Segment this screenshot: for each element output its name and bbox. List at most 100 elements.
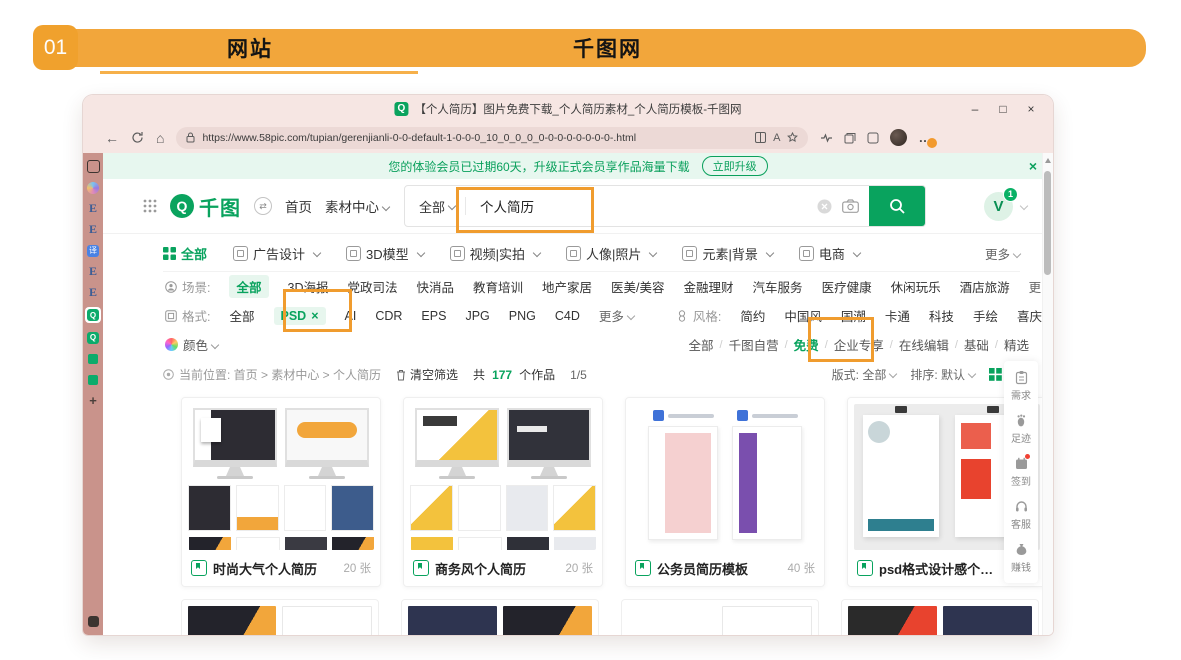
read-aloud-icon[interactable]: A [773, 132, 780, 144]
scene-item[interactable]: 金融理财 [684, 277, 734, 296]
category-video[interactable]: 视频|实拍 [450, 244, 540, 263]
card-thumbnail[interactable] [410, 404, 596, 550]
scene-item[interactable]: 地产家居 [542, 277, 592, 296]
profile-avatar[interactable] [890, 129, 907, 146]
tab-58pic-icon[interactable] [88, 354, 98, 364]
copilot-tab-icon[interactable] [87, 182, 99, 194]
tool-requests[interactable]: 需求 [1011, 370, 1031, 402]
card-thumbnail[interactable] [188, 404, 374, 550]
style-item[interactable]: 科技 [929, 306, 954, 325]
format-item[interactable]: JPG [465, 309, 489, 323]
notice-close-icon[interactable]: × [1029, 158, 1037, 174]
category-portrait[interactable]: 人像|照片 [566, 244, 656, 263]
tool-earn[interactable]: 赚钱 [1011, 542, 1031, 574]
grid-view-icon[interactable] [989, 368, 1002, 381]
scene-item[interactable]: 休闲玩乐 [891, 277, 941, 296]
quick-link-all[interactable]: 全部 [689, 335, 714, 354]
collections-icon[interactable] [844, 132, 856, 144]
scene-all[interactable]: 全部 [229, 275, 268, 298]
tool-footprints[interactable]: 足迹 [1011, 413, 1031, 445]
result-card[interactable]: 公务员简历模板 40 张 [625, 397, 825, 587]
format-item[interactable]: EPS [421, 309, 446, 323]
new-tab-button[interactable]: + [87, 394, 100, 407]
scene-item[interactable]: 医美/美容 [611, 277, 664, 296]
scene-item[interactable]: 医疗健康 [822, 277, 872, 296]
scene-item[interactable]: 快消品 [417, 277, 455, 296]
nav-home-link[interactable]: 首页 [285, 196, 312, 216]
tab-58pic-icon[interactable] [88, 375, 98, 385]
category-ad-design[interactable]: 广告设计 [233, 244, 320, 263]
category-more[interactable]: 更多 [985, 244, 1020, 263]
maximize-button[interactable]: □ [989, 98, 1017, 120]
style-item[interactable]: 简约 [740, 306, 765, 325]
quick-link-featured[interactable]: 精选 [1004, 335, 1029, 354]
quick-link-online-edit[interactable]: 在线编辑 [899, 335, 949, 354]
quick-link-basic[interactable]: 基础 [964, 335, 989, 354]
format-more[interactable]: 更多 [599, 306, 634, 325]
scene-item[interactable]: 汽车服务 [753, 277, 803, 296]
result-card[interactable]: 时尚大气个人简历 20 张 [181, 397, 381, 587]
style-item[interactable]: 喜庆 [1017, 306, 1042, 325]
format-item[interactable]: PNG [509, 309, 536, 323]
tab-favicon-e[interactable]: E [87, 223, 100, 236]
tool-support[interactable]: 客服 [1011, 499, 1031, 531]
swap-icon[interactable]: ⇄ [254, 197, 272, 215]
category-3d-model[interactable]: 3D模型 [346, 244, 424, 263]
format-item[interactable]: CDR [375, 309, 402, 323]
translate-tab-icon[interactable]: 译 [87, 245, 99, 257]
sort-dropdown[interactable]: 排序: 默认 [910, 366, 975, 383]
extensions-icon[interactable] [867, 132, 879, 144]
clear-filters-button[interactable]: 清空筛选 [396, 366, 458, 383]
card-title[interactable]: 时尚大气个人简历 [213, 559, 338, 578]
refresh-icon[interactable] [131, 131, 144, 144]
close-button[interactable]: × [1017, 98, 1045, 120]
upgrade-button[interactable]: 立即升级 [702, 156, 768, 176]
scrollbar-thumb[interactable] [1044, 171, 1051, 275]
result-card[interactable] [401, 599, 599, 635]
tab-favicon-e[interactable]: E [87, 286, 100, 299]
user-avatar[interactable]: V1 [984, 192, 1027, 221]
layout-dropdown[interactable]: 版式: 全部 [832, 366, 897, 383]
camera-search-icon[interactable] [842, 199, 859, 213]
scene-item[interactable]: 党政司法 [347, 277, 397, 296]
card-title[interactable]: 商务风个人简历 [435, 559, 560, 578]
apps-grid-icon[interactable] [143, 199, 157, 213]
category-ecommerce[interactable]: 电商 [799, 244, 860, 263]
scroll-up-arrow[interactable] [1045, 158, 1051, 163]
clear-search-icon[interactable] [817, 199, 832, 214]
color-filter[interactable]: 颜色 [183, 335, 218, 354]
settings-menu-icon[interactable]: … [918, 130, 931, 145]
card-title[interactable]: 公务员简历模板 [657, 559, 782, 578]
tool-checkin[interactable]: 签到 [1011, 456, 1031, 488]
favorite-star-icon[interactable] [787, 132, 798, 143]
tab-actions-icon[interactable] [87, 160, 100, 173]
active-tab-58pic[interactable]: Q [85, 307, 101, 323]
scene-item[interactable]: 酒店旅游 [960, 277, 1010, 296]
tab-58pic-icon[interactable]: Q [87, 332, 99, 344]
format-all[interactable]: 全部 [229, 306, 254, 325]
result-card[interactable] [621, 599, 819, 635]
result-card[interactable]: 商务风个人简历 20 张 [403, 397, 603, 587]
scrollbar[interactable] [1042, 153, 1053, 635]
card-title[interactable]: psd格式设计感个人... [879, 559, 1004, 578]
style-item[interactable]: 手绘 [973, 306, 998, 325]
tab-favicon-e[interactable]: E [87, 202, 100, 215]
quick-link-self[interactable]: 千图自营 [729, 335, 779, 354]
address-bar[interactable]: https://www.58pic.com/tupian/gerenjianli… [176, 127, 808, 149]
category-element[interactable]: 元素|背景 [682, 244, 772, 263]
format-item[interactable]: C4D [555, 309, 580, 323]
tab-favicon-e[interactable]: E [87, 265, 100, 278]
browser-essentials-icon[interactable] [820, 132, 833, 144]
card-thumbnail[interactable] [632, 404, 818, 550]
style-item[interactable]: 卡通 [885, 306, 910, 325]
back-icon[interactable]: ← [105, 131, 119, 145]
category-all[interactable]: 全部 [163, 244, 207, 263]
search-button[interactable] [869, 186, 925, 226]
minimize-button[interactable]: – [961, 98, 989, 120]
home-icon[interactable]: ⌂ [156, 131, 164, 145]
split-screen-icon[interactable] [755, 132, 766, 143]
result-card[interactable] [181, 599, 379, 635]
url-text[interactable]: https://www.58pic.com/tupian/gerenjianli… [202, 132, 748, 144]
tabstrip-bottom-icon[interactable] [88, 616, 99, 627]
nav-materials-link[interactable]: 素材中心 [325, 196, 389, 216]
